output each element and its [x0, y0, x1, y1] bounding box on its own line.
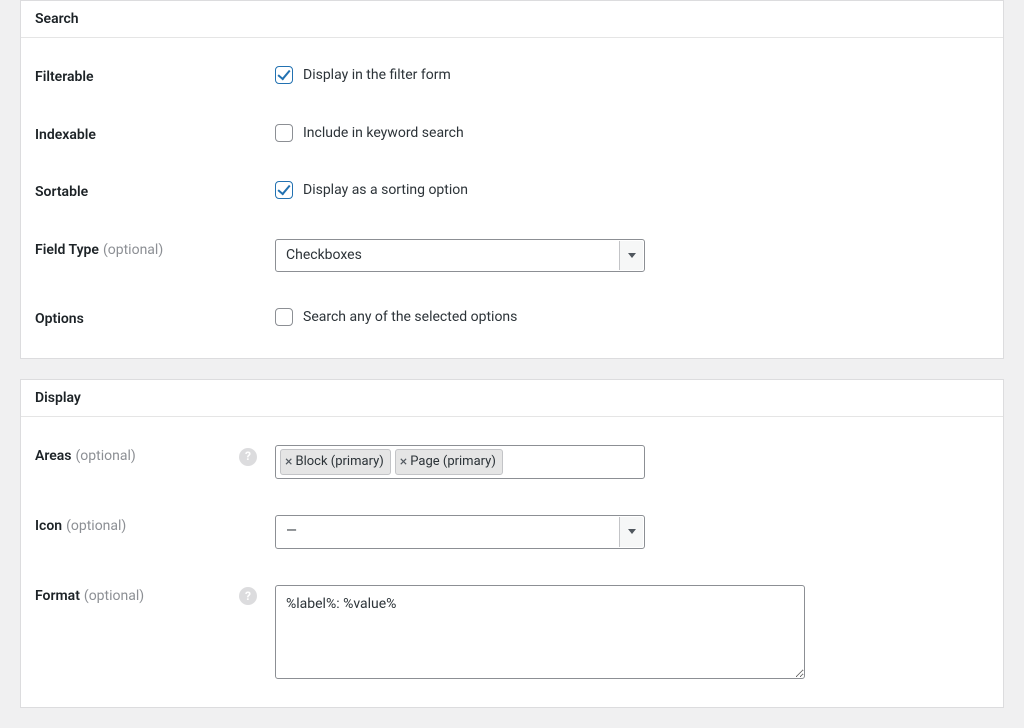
filterable-row: Filterable Display in the filter form: [21, 48, 1003, 106]
help-icon[interactable]: ?: [239, 587, 257, 605]
options-checkbox-wrap[interactable]: Search any of the selected options: [275, 308, 517, 326]
filterable-control: Display in the filter form: [275, 66, 989, 84]
areas-tag-label: Page (primary): [410, 454, 496, 469]
field-type-label: Field Type (optional): [35, 239, 275, 261]
indexable-checkbox-wrap[interactable]: Include in keyword search: [275, 124, 464, 142]
indexable-row: Indexable Include in keyword search: [21, 106, 1003, 164]
search-panel: Search Filterable Display in the filter …: [20, 0, 1004, 359]
indexable-label: Indexable: [35, 124, 275, 146]
format-optional: (optional): [84, 587, 144, 607]
icon-label: Icon (optional): [35, 515, 275, 537]
icon-optional: (optional): [66, 517, 126, 537]
filterable-checkbox-wrap[interactable]: Display in the filter form: [275, 66, 451, 84]
field-type-select-value: Checkboxes: [275, 239, 645, 273]
icon-select-value: —: [275, 515, 645, 549]
field-type-control: Checkboxes: [275, 239, 989, 273]
search-panel-body: Filterable Display in the filter form In…: [21, 38, 1003, 358]
options-checkbox-label: Search any of the selected options: [303, 309, 517, 325]
field-type-select[interactable]: Checkboxes: [275, 239, 645, 273]
options-label: Options: [35, 308, 275, 330]
areas-tag-label: Block (primary): [295, 454, 383, 469]
format-textarea[interactable]: [275, 585, 805, 679]
field-type-optional: (optional): [103, 241, 163, 261]
sortable-control: Display as a sorting option: [275, 181, 989, 199]
filterable-label: Filterable: [35, 66, 275, 88]
options-control: Search any of the selected options: [275, 308, 989, 326]
areas-row: Areas (optional) ? × Block (primary) × P…: [21, 427, 1003, 497]
areas-tag[interactable]: × Page (primary): [395, 449, 503, 475]
indexable-control: Include in keyword search: [275, 124, 989, 142]
close-icon[interactable]: ×: [285, 455, 292, 469]
display-panel: Display Areas (optional) ? × Block (prim…: [20, 379, 1004, 708]
format-row: Format (optional) ?: [21, 567, 1003, 697]
display-panel-heading: Display: [21, 380, 1003, 417]
icon-row: Icon (optional) —: [21, 497, 1003, 567]
icon-control: —: [275, 515, 989, 549]
indexable-checkbox[interactable]: [275, 124, 293, 142]
help-icon[interactable]: ?: [239, 448, 257, 466]
options-checkbox[interactable]: [275, 308, 293, 326]
areas-optional: (optional): [76, 447, 136, 467]
format-label: Format (optional) ?: [35, 585, 275, 607]
sortable-label: Sortable: [35, 181, 275, 203]
filterable-checkbox-label: Display in the filter form: [303, 67, 451, 83]
field-type-row: Field Type (optional) Checkboxes: [21, 221, 1003, 291]
sortable-checkbox[interactable]: [275, 181, 293, 199]
options-row: Options Search any of the selected optio…: [21, 290, 1003, 348]
close-icon[interactable]: ×: [400, 455, 407, 469]
indexable-checkbox-label: Include in keyword search: [303, 125, 464, 141]
areas-control: × Block (primary) × Page (primary): [275, 445, 989, 479]
field-type-label-text: Field Type: [35, 241, 99, 261]
areas-label-text: Areas: [35, 447, 72, 467]
areas-tags-input[interactable]: × Block (primary) × Page (primary): [275, 445, 645, 479]
display-panel-body: Areas (optional) ? × Block (primary) × P…: [21, 417, 1003, 707]
format-control: [275, 585, 989, 679]
icon-label-text: Icon: [35, 517, 62, 537]
search-panel-heading: Search: [21, 1, 1003, 38]
format-label-text: Format: [35, 587, 80, 607]
sortable-row: Sortable Display as a sorting option: [21, 163, 1003, 221]
areas-tag[interactable]: × Block (primary): [280, 449, 391, 475]
icon-select[interactable]: —: [275, 515, 645, 549]
filterable-checkbox[interactable]: [275, 66, 293, 84]
areas-label: Areas (optional) ?: [35, 445, 275, 467]
sortable-checkbox-wrap[interactable]: Display as a sorting option: [275, 181, 468, 199]
sortable-checkbox-label: Display as a sorting option: [303, 182, 468, 198]
